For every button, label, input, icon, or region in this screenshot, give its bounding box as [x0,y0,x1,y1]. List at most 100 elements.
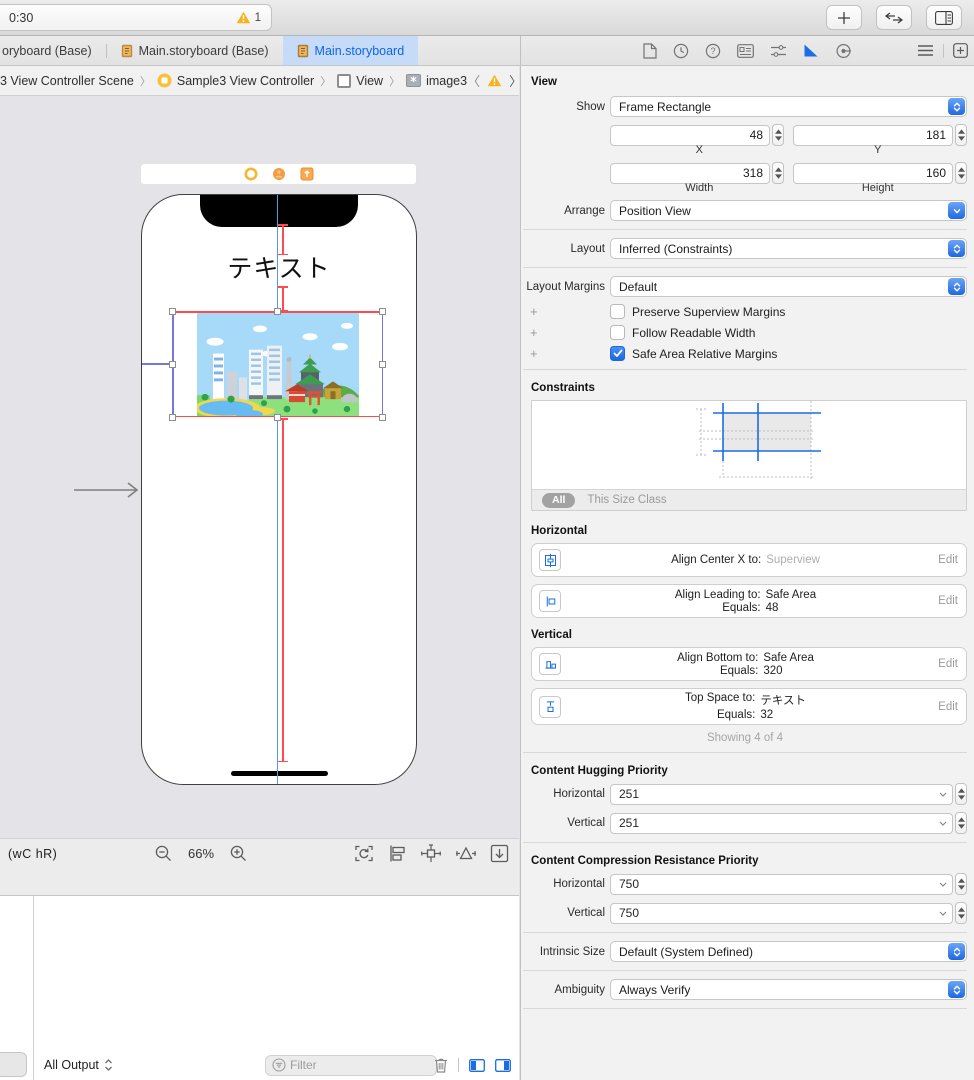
edit-button[interactable]: Edit [930,554,958,566]
size-class-indicator[interactable]: (wC hR) [8,847,57,861]
tab-storyboard-base-1[interactable]: oryboard (Base) [0,36,106,65]
filter-input[interactable] [290,1058,410,1072]
this-size-class-label[interactable]: This Size Class [587,494,666,506]
ambiguity-popup[interactable]: Always Verify [610,979,967,1000]
zoom-in-icon[interactable] [230,845,247,862]
console-filter-field[interactable] [265,1054,437,1076]
connections-inspector-icon[interactable] [835,43,852,59]
width-stepper[interactable] [772,162,784,184]
compression-vertical-combo[interactable]: 750 [610,902,953,924]
hugging-vertical-stepper[interactable] [955,812,967,834]
align-icon[interactable] [387,844,407,863]
resize-handle-s[interactable] [274,414,281,421]
top-space-constraint-line[interactable] [279,224,287,255]
add-constraint-plus[interactable]: + [523,304,543,319]
help-inspector-icon[interactable]: ? [705,43,721,59]
resize-handle-w[interactable] [169,361,176,368]
tab-main-storyboard[interactable]: Main.storyboard [282,36,419,65]
all-size-class-pill[interactable]: All [542,492,576,508]
embed-icon[interactable] [490,844,509,863]
resize-handle-e[interactable] [379,361,386,368]
storyboard-file-icon [121,44,132,57]
follow-readable-width-checkbox[interactable] [610,325,625,340]
constraint-row-top-space[interactable]: Top Space to: テキスト Equals: 32 Edit [531,688,967,725]
image-view-selection[interactable] [169,308,386,421]
exit-icon[interactable] [300,167,314,181]
arrange-pulldown[interactable]: Position View [610,200,967,221]
initial-view-controller-arrow[interactable] [72,481,142,499]
version-editor-button[interactable] [876,5,912,30]
hugging-horizontal-combo[interactable]: 251 [610,783,953,805]
tab-main-storyboard-base[interactable]: Main.storyboard (Base) [107,36,283,65]
sidebar-right-icon [935,10,953,25]
x-field[interactable] [610,124,770,146]
first-responder-icon[interactable] [272,167,286,181]
identity-inspector-icon[interactable] [737,43,754,58]
view-controller-dock-icon[interactable] [244,167,258,181]
hugging-horizontal-stepper[interactable] [955,783,967,805]
zoom-level[interactable]: 66% [188,846,214,861]
resize-handle-n[interactable] [274,308,281,315]
height-stepper[interactable] [955,162,967,184]
storyboard-canvas[interactable]: テキスト [0,96,519,838]
inspector-toggle-button[interactable] [926,5,962,30]
jumpbar-view-controller[interactable]: Sample3 View Controller [157,73,314,88]
vertical-spacing-constraint-line[interactable] [279,286,287,311]
compression-horizontal-combo[interactable]: 750 [610,873,953,895]
constraint-row-align-center-x[interactable]: Align Center X to: Superview Edit [531,543,967,577]
constraint-row-align-leading[interactable]: Align Leading to: Safe Area Equals: 48 E… [531,584,967,618]
height-field[interactable] [793,162,953,184]
update-frames-icon[interactable] [354,844,374,863]
resolve-issues-icon[interactable] [455,844,477,863]
layout-popup[interactable]: Inferred (Constraints) [610,238,967,259]
warning-badge[interactable]: 1 [236,11,261,24]
warning-icon[interactable] [487,74,502,87]
variables-view-button[interactable] [0,1052,27,1077]
jumpbar-scene[interactable]: 3 View Controller Scene [0,74,134,88]
tab-label: oryboard (Base) [2,43,92,58]
hugging-vertical-combo[interactable]: 251 [610,812,953,834]
show-variables-pane-icon[interactable] [469,1058,485,1072]
trash-icon[interactable] [434,1057,448,1073]
compression-horizontal-stepper[interactable] [955,873,967,895]
intrinsic-size-popup[interactable]: Default (System Defined) [610,941,967,962]
debug-console[interactable]: All Output [0,896,519,1080]
edit-button[interactable]: Edit [930,658,958,670]
y-stepper[interactable] [955,124,967,146]
show-console-pane-icon[interactable] [495,1058,511,1072]
constraints-diagram[interactable]: All This Size Class [531,400,967,511]
constraints-header: Constraints [531,382,595,394]
resize-handle-ne[interactable] [379,308,386,315]
size-inspector-icon[interactable] [803,43,819,58]
library-add-button[interactable] [826,5,862,30]
attributes-inspector-icon[interactable] [770,44,787,58]
constraint-value2: 32 [760,709,774,721]
safe-area-relative-margins-checkbox[interactable] [610,346,625,361]
add-constraints-icon[interactable] [420,844,442,863]
file-inspector-icon[interactable] [643,42,657,59]
add-constraint-plus[interactable]: + [523,346,543,361]
show-popup[interactable]: Frame Rectangle [610,96,967,117]
output-selector[interactable]: All Output [44,1058,113,1072]
width-field[interactable] [610,162,770,184]
image3-illustration[interactable] [197,312,359,416]
preserve-superview-margins-checkbox[interactable] [610,304,625,319]
bottom-space-constraint-line[interactable] [279,418,287,762]
resize-handle-sw[interactable] [169,414,176,421]
compression-vertical-stepper[interactable] [955,902,967,924]
iphone-device-frame[interactable]: テキスト [141,194,417,785]
back-chevron-icon[interactable]: 〈 [467,71,480,90]
constraint-row-align-bottom[interactable]: Align Bottom to: Safe Area Equals: 320 E… [531,647,967,681]
layout-margins-popup[interactable]: Default [610,276,967,297]
x-stepper[interactable] [772,124,784,146]
edit-button[interactable]: Edit [930,595,958,607]
zoom-out-icon[interactable] [155,845,172,862]
jumpbar-view[interactable]: View [337,73,383,88]
add-constraint-plus[interactable]: + [523,325,543,340]
resize-handle-nw[interactable] [169,308,176,315]
history-inspector-icon[interactable] [673,43,689,59]
y-field[interactable] [793,124,953,146]
resize-handle-se[interactable] [379,414,386,421]
jumpbar-image3[interactable]: image3 [406,74,467,88]
edit-button[interactable]: Edit [930,701,958,713]
